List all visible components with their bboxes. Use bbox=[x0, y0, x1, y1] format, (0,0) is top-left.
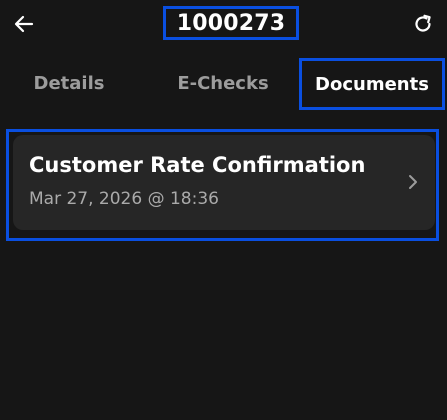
chevron-right-icon bbox=[409, 175, 417, 189]
arrow-left-icon bbox=[14, 15, 34, 33]
document-date: Mar 27, 2026 @ 18:36 bbox=[29, 189, 219, 209]
document-card[interactable]: Customer Rate Confirmation Mar 27, 2026 … bbox=[13, 135, 435, 230]
tab-details[interactable]: Details bbox=[14, 58, 124, 108]
title-highlight: 1000273 bbox=[163, 6, 299, 40]
tab-documents[interactable]: Documents bbox=[299, 58, 445, 110]
tab-bar: Details E-Checks Documents bbox=[0, 58, 447, 110]
refresh-icon bbox=[415, 14, 431, 32]
document-title: Customer Rate Confirmation bbox=[29, 153, 366, 177]
screen: 1000273 Details E-Checks Documents Custo… bbox=[0, 0, 447, 420]
header: 1000273 bbox=[0, 0, 447, 48]
refresh-button[interactable] bbox=[409, 10, 437, 38]
page-title: 1000273 bbox=[176, 10, 286, 36]
tab-e-checks[interactable]: E-Checks bbox=[166, 58, 280, 108]
back-button[interactable] bbox=[10, 10, 38, 38]
